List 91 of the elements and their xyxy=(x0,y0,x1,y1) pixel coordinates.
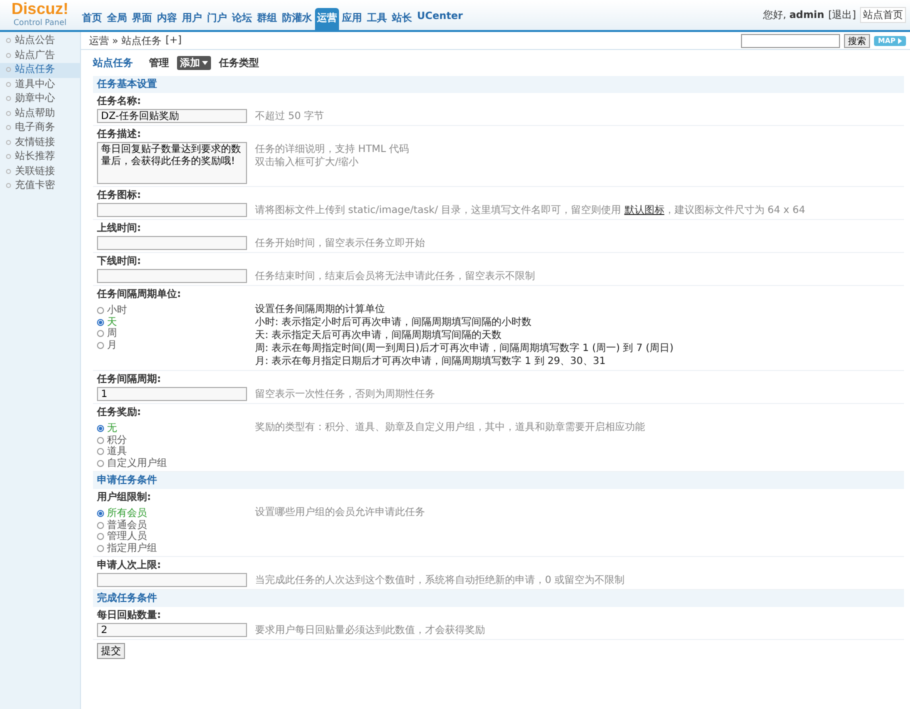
default-icon-link[interactable]: 默认图标 xyxy=(624,205,664,216)
nav-tab[interactable]: 用户 xyxy=(180,8,204,30)
section-header: 申请任务条件 xyxy=(93,472,904,489)
help-text: 要求用户每日回贴量必须达到此数值，才会获得奖励 xyxy=(255,624,485,637)
radio-option[interactable]: 天 xyxy=(97,316,247,328)
logout-link[interactable]: [退出] xyxy=(828,8,856,22)
nav-tab[interactable]: 防灌水 xyxy=(280,8,314,30)
radio-option[interactable]: 管理人员 xyxy=(97,531,247,542)
section-header: 任务基本设置 xyxy=(93,76,904,93)
site-home-link[interactable]: 站点首页 xyxy=(860,7,906,23)
nav-tab[interactable]: 内容 xyxy=(155,8,179,30)
section-header: 完成任务条件 xyxy=(93,590,904,607)
help-text: 设置哪些用户组的会员允许申请此任务 xyxy=(255,506,425,519)
help-text: 任务结束时间，结束后会员将无法申请此任务，留空表示不限制 xyxy=(255,270,535,283)
radio-option[interactable]: 无 xyxy=(97,423,247,434)
field-label: 申请人次上限: xyxy=(96,558,162,572)
nav-tab[interactable]: 站长 xyxy=(390,8,414,30)
page-title: 站点任务 xyxy=(93,56,133,70)
field-label: 用户组限制: xyxy=(96,490,152,504)
caret-icon xyxy=(898,38,902,44)
help-text: 请将图标文件上传到 static/image/task/ 目录，这里填写文件名即可，留空则使用 默认图标，建议图标文件尺寸为 64 x 64 xyxy=(255,204,806,217)
subnav-tab[interactable]: 管理 xyxy=(149,56,169,70)
field-label: 任务图标: xyxy=(96,188,142,202)
submit-button[interactable]: 提交 xyxy=(97,643,125,659)
nav-tab[interactable]: 界面 xyxy=(130,8,154,30)
field-label: 上线时间: xyxy=(96,222,142,235)
radio-option[interactable]: 所有会员 xyxy=(97,508,247,520)
help-text: 天: 表示指定天后可再次申请，间隔周期填写间隔的天数 xyxy=(255,329,503,342)
sidebar-item[interactable]: 勋章中心 xyxy=(0,92,80,106)
add-link[interactable]: [+] xyxy=(165,35,182,46)
caret-icon xyxy=(202,61,208,66)
logo-subtitle: Control Panel xyxy=(13,18,67,28)
help-text: 周: 表示在每周指定时间(周一到周日)后才可再次申请，间隔周期填写数字 1 (周一) 到 7 (周日) xyxy=(255,342,674,355)
nav-tab[interactable]: UCenter xyxy=(415,8,465,30)
field-label: 每日回贴数量: xyxy=(96,608,162,622)
nav-tab[interactable]: 论坛 xyxy=(230,8,254,30)
radio-option[interactable]: 自定义用户组 xyxy=(97,458,247,469)
radio-option[interactable]: 普通会员 xyxy=(97,520,247,531)
input-field[interactable] xyxy=(97,269,247,283)
radio-option[interactable]: 指定用户组 xyxy=(97,542,247,554)
nav-tab[interactable]: 首页 xyxy=(80,8,104,30)
sidebar-item[interactable]: 站长推荐 xyxy=(0,150,80,164)
nav-tab[interactable]: 群组 xyxy=(255,8,279,30)
input-field[interactable]: DZ-任务回贴奖励 xyxy=(97,109,247,123)
field-label: 任务名称: xyxy=(96,94,142,108)
help-text: 当完成此任务的人次达到这个数值时，系统将自动拒绝新的申请，0 或留空为不限制 xyxy=(255,574,625,587)
help-text: 奖励的类型有：积分、道具、勋章及自定义用户组，其中，道具和勋章需要开启相应功能 xyxy=(255,421,645,434)
subnav-tab[interactable]: 添加 xyxy=(177,56,211,70)
field-label: 下线时间: xyxy=(96,254,142,268)
help-text: 小时: 表示指定小时后可再次申请，间隔周期填写间隔的小时数 xyxy=(255,316,533,329)
input-field[interactable]: 1 xyxy=(97,387,247,401)
greeting-text: 您好, admin xyxy=(762,9,824,22)
nav-tab[interactable]: 门户 xyxy=(205,8,229,30)
help-text: 任务的详细说明，支持 HTML 代码 xyxy=(255,143,410,156)
sidebar-item[interactable]: 站点广告 xyxy=(0,48,80,63)
sidebar-item[interactable]: 电子商务 xyxy=(0,121,80,136)
search-button[interactable]: 搜索 xyxy=(844,34,870,48)
nav-tab[interactable]: 工具 xyxy=(365,8,389,30)
sidebar-item[interactable]: 站点公告 xyxy=(0,34,80,48)
sidebar-item[interactable]: 充值卡密 xyxy=(0,179,80,194)
input-field[interactable] xyxy=(97,236,247,250)
sidebar-item[interactable]: 站点任务 xyxy=(0,63,80,78)
field-label: 任务间隔周期单位: xyxy=(96,288,182,301)
input-field[interactable] xyxy=(97,203,247,217)
field-label: 任务奖励: xyxy=(96,406,142,419)
help-text: 设置任务间隔周期的计算单位 xyxy=(255,303,386,316)
subnav-tab[interactable]: 任务类型 xyxy=(219,56,259,70)
sidebar-item[interactable]: 站点帮助 xyxy=(0,106,80,121)
field-label: 任务间隔周期: xyxy=(96,372,162,386)
nav-tab[interactable]: 运营 xyxy=(315,8,339,30)
radio-option[interactable]: 小时 xyxy=(97,305,247,316)
radio-option[interactable]: 道具 xyxy=(97,446,247,458)
input-field[interactable]: 2 xyxy=(97,623,247,637)
help-text: 月: 表示在每月指定日期后才可再次申请，间隔周期填写数字 1 到 29、30、31 xyxy=(255,355,607,368)
sidebar-item[interactable]: 道具中心 xyxy=(0,78,80,92)
nav-tab[interactable]: 全局 xyxy=(105,8,129,30)
search-field[interactable] xyxy=(741,34,840,48)
radio-option[interactable]: 月 xyxy=(97,340,247,351)
sidebar-item[interactable]: 关联链接 xyxy=(0,164,80,179)
help-text: 任务开始时间，留空表示任务立即开始 xyxy=(255,237,425,250)
breadcrumb: 运营 » 站点任务 xyxy=(89,34,162,48)
help-text: 不超过 50 字节 xyxy=(255,110,324,123)
radio-option[interactable]: 积分 xyxy=(97,434,247,446)
nav-tab[interactable]: 应用 xyxy=(340,8,364,30)
help-text: 双击输入框可扩大/缩小 xyxy=(255,156,360,169)
field-label: 任务描述: xyxy=(96,128,142,141)
textarea-field[interactable]: 每日回复贴子数量达到要求的数量后，会获得此任务的奖励哦! xyxy=(97,142,247,184)
input-field[interactable] xyxy=(97,573,247,587)
radio-option[interactable]: 周 xyxy=(97,328,247,340)
sidebar-item[interactable]: 友情链接 xyxy=(0,136,80,150)
help-text: 留空表示一次性任务，否则为周期性任务 xyxy=(255,388,435,401)
